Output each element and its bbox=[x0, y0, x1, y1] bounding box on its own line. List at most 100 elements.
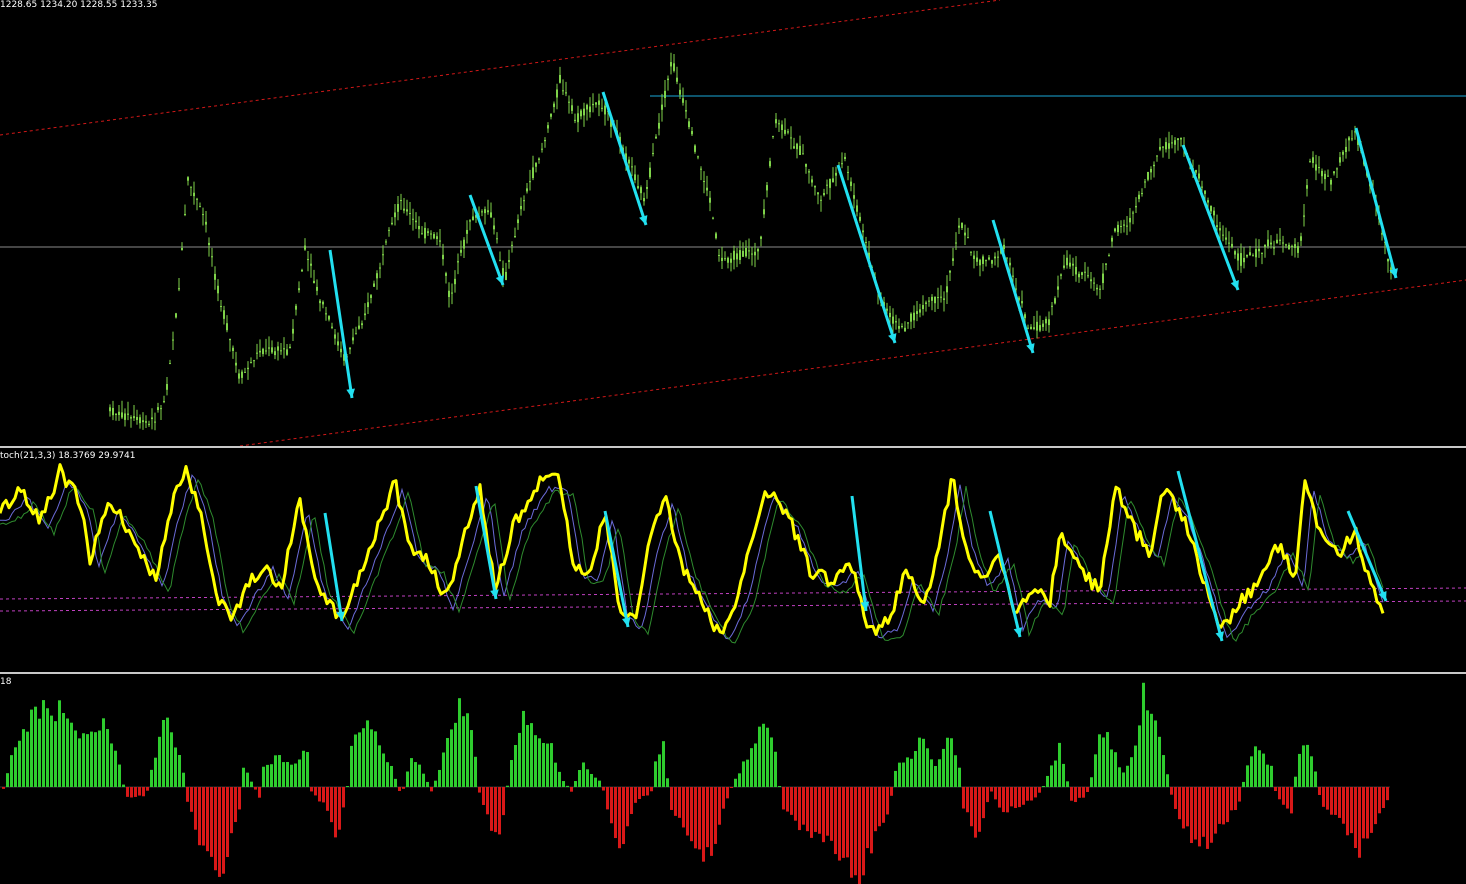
histogram-bar-positive bbox=[558, 771, 561, 787]
histogram-bar-negative bbox=[314, 787, 317, 796]
candle-body bbox=[1003, 244, 1005, 249]
candle-body bbox=[391, 222, 393, 225]
down-arrow bbox=[1354, 127, 1398, 279]
candle-body bbox=[1030, 326, 1032, 329]
candle-body bbox=[775, 119, 777, 124]
histogram-bar-positive bbox=[1046, 775, 1049, 787]
histogram-pane[interactable]: 18 bbox=[0, 677, 1466, 884]
candle-body bbox=[526, 188, 528, 192]
histogram-bar-negative bbox=[678, 787, 681, 818]
candle-body bbox=[382, 254, 384, 256]
candle-body bbox=[1012, 275, 1014, 277]
histogram-bar-positive bbox=[1138, 725, 1141, 787]
histogram-bar-positive bbox=[1142, 682, 1145, 787]
histogram-bar-negative bbox=[226, 787, 229, 858]
candle-body bbox=[193, 192, 195, 197]
candle-body bbox=[955, 242, 957, 244]
candle-body bbox=[730, 258, 732, 263]
histogram-bar-negative bbox=[1282, 787, 1285, 805]
candle-body bbox=[1318, 167, 1320, 169]
candle-body bbox=[331, 326, 333, 328]
price-chart bbox=[0, 0, 1466, 446]
stochastic-main-line bbox=[0, 463, 1385, 636]
candle-body bbox=[760, 236, 762, 239]
candle-body bbox=[577, 113, 579, 123]
histogram-bar-negative bbox=[1290, 787, 1293, 814]
candle-body bbox=[370, 295, 372, 298]
candle-body bbox=[820, 199, 822, 201]
histogram-bar-positive bbox=[762, 723, 765, 787]
candle-body bbox=[319, 300, 321, 304]
histogram-bar-negative bbox=[710, 787, 713, 856]
histogram-bar-negative bbox=[1074, 787, 1077, 803]
candle-body bbox=[1303, 215, 1305, 217]
histogram-bar-positive bbox=[546, 743, 549, 787]
histogram-bar-positive bbox=[1058, 742, 1061, 787]
histogram-bar-positive bbox=[942, 748, 945, 787]
histogram-bar-negative bbox=[1370, 787, 1373, 833]
candle-body bbox=[1009, 262, 1011, 266]
candle-body bbox=[283, 348, 285, 350]
histogram-bar-positive bbox=[1242, 781, 1245, 787]
histogram-bar-positive bbox=[1270, 765, 1273, 787]
candle-body bbox=[814, 186, 816, 188]
candle-body bbox=[109, 407, 111, 412]
histogram-bar-positive bbox=[526, 724, 529, 787]
histogram-bar-negative bbox=[1002, 787, 1005, 813]
histogram-bar-positive bbox=[282, 762, 285, 787]
histogram-bar-negative bbox=[498, 787, 501, 835]
candle-body bbox=[496, 238, 498, 240]
candle-body bbox=[1330, 179, 1332, 185]
histogram-bar-positive bbox=[1122, 772, 1125, 787]
histogram-bar-positive bbox=[302, 750, 305, 787]
histogram-bar-negative bbox=[1330, 787, 1333, 815]
candle-body bbox=[235, 362, 237, 366]
histogram-bar-negative bbox=[134, 787, 137, 797]
histogram-bar-positive bbox=[586, 769, 589, 787]
histogram-bar-negative bbox=[870, 787, 873, 854]
candle-body bbox=[592, 103, 594, 106]
histogram-bar-negative bbox=[602, 787, 605, 791]
candle-body bbox=[1312, 157, 1314, 163]
candle-body bbox=[1213, 210, 1215, 216]
pane-separator[interactable] bbox=[0, 672, 1466, 674]
candle-body bbox=[274, 351, 276, 356]
candle-body bbox=[817, 192, 819, 195]
candle-body bbox=[1291, 245, 1293, 248]
candle-body bbox=[718, 254, 720, 256]
histogram-bar-negative bbox=[978, 787, 981, 832]
candle-body bbox=[844, 156, 846, 160]
down-arrow bbox=[836, 164, 897, 344]
candle-body bbox=[1339, 157, 1341, 163]
histogram-bar-negative bbox=[1190, 787, 1193, 844]
candle-body bbox=[214, 273, 216, 280]
candle-body bbox=[1027, 327, 1029, 329]
histogram-bar-negative bbox=[254, 787, 257, 790]
histogram-bar-negative bbox=[402, 787, 405, 789]
candle-body bbox=[1114, 228, 1116, 232]
candle-body bbox=[352, 337, 354, 341]
histogram-bar-negative bbox=[490, 787, 493, 831]
candle-body bbox=[532, 167, 534, 179]
histogram-bar-negative bbox=[834, 787, 837, 855]
candle-body bbox=[568, 101, 570, 103]
histogram-bar-negative bbox=[1218, 787, 1221, 824]
histogram-bar-negative bbox=[790, 787, 793, 815]
stochastic-pane[interactable]: toch(21,3,3) 18.3769 29.9741 bbox=[0, 451, 1466, 672]
candle-body bbox=[316, 286, 318, 291]
histogram-bar-positive bbox=[1102, 737, 1105, 787]
histogram-bar-positive bbox=[1154, 720, 1157, 787]
pane-separator[interactable] bbox=[0, 446, 1466, 448]
histogram-bar-negative bbox=[966, 787, 969, 813]
candle-body bbox=[724, 258, 726, 260]
price-chart-pane[interactable]: 1228.65 1234.20 1228.55 1233.35 bbox=[0, 0, 1466, 446]
candle-body bbox=[154, 421, 156, 423]
histogram-bar-positive bbox=[150, 769, 153, 787]
histogram-bar-positive bbox=[538, 738, 541, 787]
histogram-bar-positive bbox=[518, 732, 521, 787]
histogram-bar-negative bbox=[794, 787, 797, 821]
histogram-bar-positive bbox=[1054, 760, 1057, 787]
candle-body bbox=[1267, 239, 1269, 247]
histogram-bar-negative bbox=[186, 787, 189, 802]
histogram-bar-positive bbox=[306, 752, 309, 787]
